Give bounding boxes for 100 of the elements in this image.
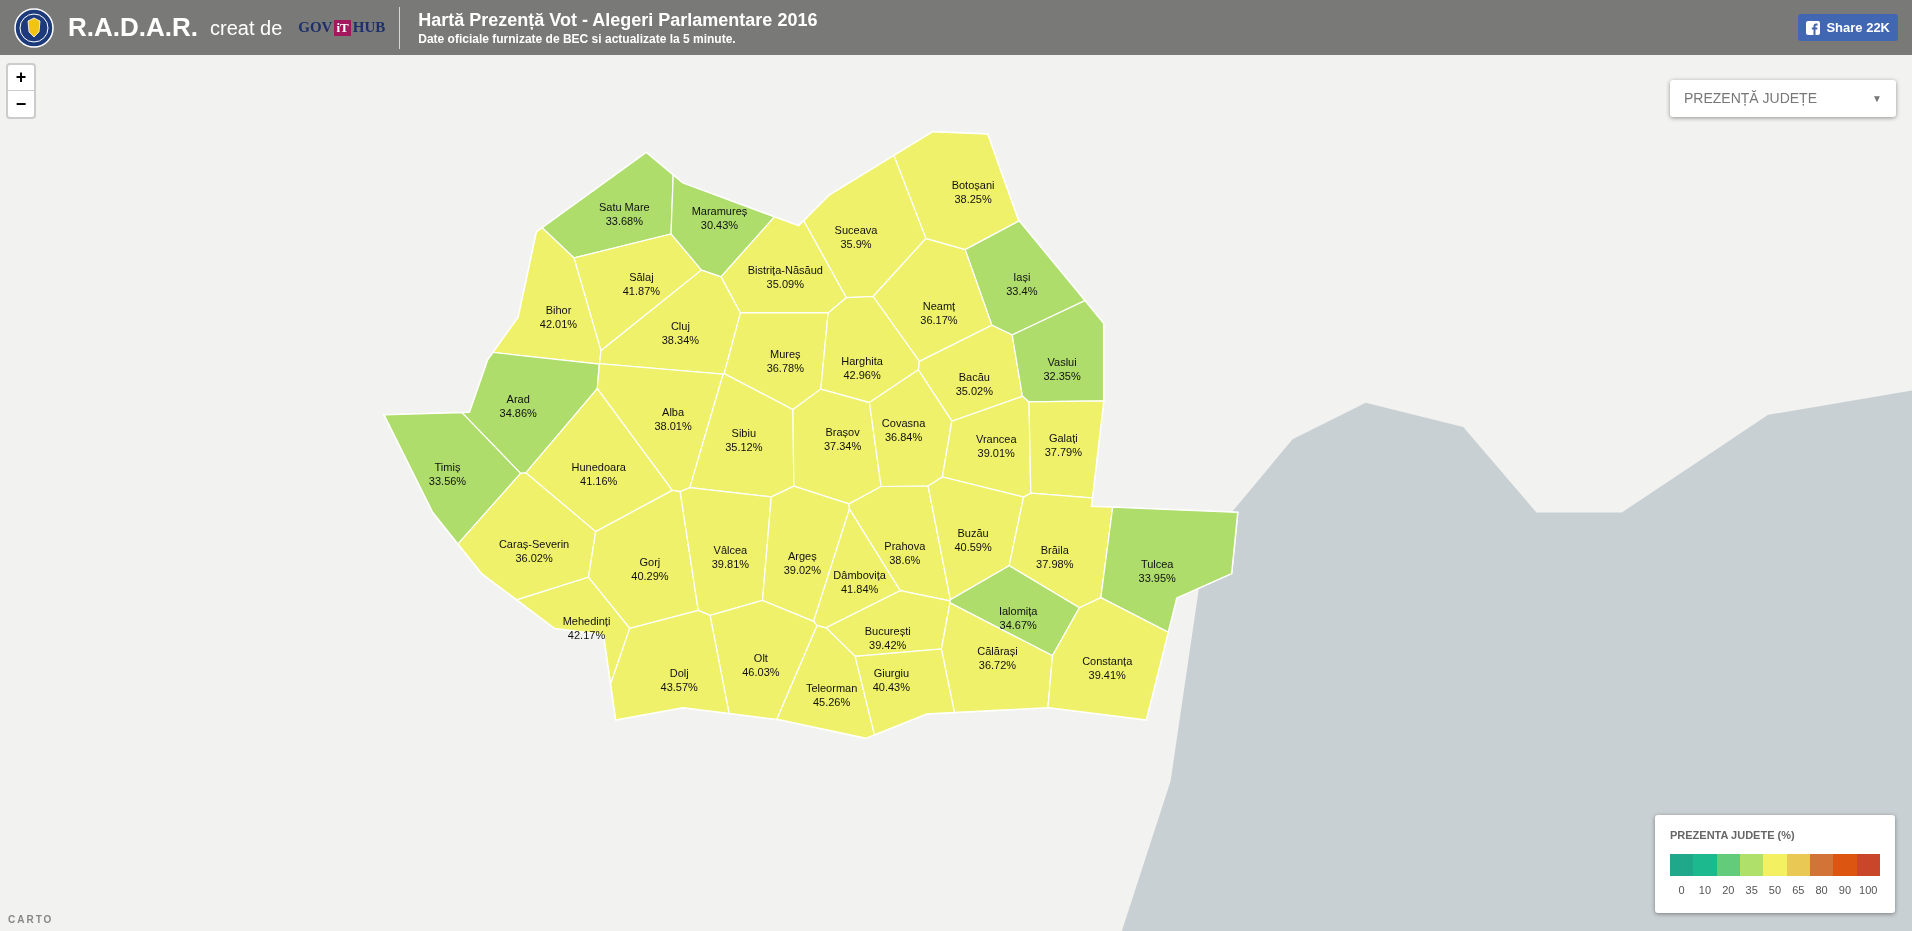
- legend-label: 20: [1722, 883, 1735, 896]
- legend-label: 90: [1838, 883, 1852, 896]
- county-turnout: 36.78%: [766, 360, 804, 375]
- county-turnout: 39.01%: [977, 446, 1015, 461]
- county-name: Caraș-Severin: [498, 537, 570, 552]
- county-name: Buzău: [957, 526, 989, 541]
- county-name: Ialomița: [998, 604, 1038, 619]
- brand-name: R.A.D.A.R.: [68, 11, 198, 44]
- legend-label: 80: [1815, 883, 1828, 896]
- county-turnout: 41.87%: [622, 283, 661, 298]
- zoom-in-button[interactable]: +: [8, 65, 34, 91]
- county-turnout: 33.68%: [605, 214, 643, 229]
- county-turnout: 37.98%: [1036, 557, 1074, 572]
- county-turnout: 30.43%: [700, 217, 739, 232]
- county-turnout: 37.34%: [823, 438, 862, 453]
- county-turnout: 36.17%: [920, 313, 958, 328]
- county-turnout: 33.95%: [1138, 570, 1176, 585]
- county-turnout: 36.02%: [515, 551, 553, 566]
- county-name: Bihor: [545, 302, 572, 317]
- county-turnout: 32.35%: [1043, 369, 1081, 384]
- county-name: Vrancea: [975, 432, 1017, 447]
- county-turnout: 35.09%: [766, 276, 804, 291]
- county-name: Alba: [662, 405, 685, 420]
- county-turnout: 41.84%: [841, 581, 879, 596]
- county-turnout: 35.12%: [725, 440, 763, 454]
- county-name: Brașov: [825, 424, 860, 439]
- county-name: Hunedoara: [571, 460, 626, 475]
- county-name: Mureș: [770, 346, 801, 361]
- county-name: Vaslui: [1047, 355, 1077, 370]
- county-turnout: 38.25%: [954, 192, 992, 207]
- county-name: Harghita: [841, 354, 883, 368]
- county-name: Bistrița-Năsăud: [747, 262, 823, 277]
- county-turnout: 38.01%: [654, 419, 692, 434]
- county-name: Prahova: [884, 539, 926, 554]
- layer-dropdown[interactable]: PREZENȚĂ JUDEȚE ▼: [1670, 80, 1896, 117]
- zoom-out-button[interactable]: −: [8, 91, 34, 117]
- county-name: Maramureș: [691, 203, 748, 218]
- county-name: Teleorman: [805, 681, 858, 695]
- legend-label: 35: [1745, 883, 1758, 896]
- county-turnout: 36.72%: [978, 658, 1017, 673]
- page-title: Hartă Prezență Vot - Alegeri Parlamentare 2016: [418, 8, 818, 31]
- partner-logo: GOV iT HUB: [298, 18, 386, 38]
- share-button[interactable]: Share 22K: [1798, 14, 1898, 41]
- county-name: Gorj: [639, 555, 661, 570]
- county-turnout: 33.56%: [428, 474, 467, 489]
- county-name: Dolj: [669, 666, 689, 681]
- attribution-logo[interactable]: CARTO: [8, 912, 54, 927]
- county-name: Timiș: [434, 460, 461, 475]
- county-turnout: 35.02%: [955, 383, 993, 398]
- legend-label: 0: [1678, 883, 1685, 896]
- legend-label: 100: [1859, 883, 1878, 896]
- county-turnout: 42.17%: [567, 627, 606, 642]
- legend-label: 65: [1792, 883, 1805, 896]
- county-turnout: 39.02%: [783, 563, 821, 578]
- county-name: Covasna: [881, 416, 926, 431]
- county-name: Constanța: [1082, 654, 1133, 669]
- county-name: Sălaj: [629, 269, 654, 284]
- credit-text: creat de: [210, 15, 283, 41]
- county-name: Botoșani: [951, 178, 995, 193]
- county-name: Bacău: [958, 369, 990, 384]
- county-name: Sibiu: [731, 426, 757, 440]
- county-name: Vâlcea: [713, 543, 748, 558]
- county-turnout: 42.96%: [843, 368, 881, 382]
- county-name: Iași: [1013, 269, 1031, 284]
- county-turnout: 40.29%: [631, 569, 669, 584]
- county-name: Suceava: [834, 223, 878, 238]
- county-turnout: 45.26%: [812, 695, 851, 709]
- county-turnout: 41.16%: [580, 474, 618, 489]
- county-turnout: 40.59%: [954, 540, 992, 555]
- legend-title: PREZENTA JUDETE (%): [1670, 828, 1796, 843]
- county-turnout: 46.03%: [742, 664, 780, 679]
- caret-icon: ▼: [1872, 91, 1882, 106]
- county-name: Neamț: [922, 299, 956, 314]
- county-name: Satu Mare: [598, 200, 650, 215]
- county-turnout: 35.9%: [840, 237, 872, 252]
- county-turnout: 37.79%: [1044, 444, 1082, 459]
- county-name: Tulcea: [1140, 556, 1174, 571]
- legend-label: 10: [1698, 883, 1712, 896]
- county-turnout: 39.42%: [869, 637, 907, 652]
- page-subtitle: Date oficiale furnizate de BEC si actualizate la 5 minute.: [418, 30, 737, 47]
- county-turnout: 33.4%: [1006, 283, 1038, 298]
- county-turnout: 34.67%: [999, 618, 1037, 633]
- county-name: Giurgiu: [873, 666, 910, 681]
- county-turnout: 43.57%: [660, 680, 698, 695]
- county-turnout: 34.86%: [499, 405, 537, 420]
- county-name: Brăila: [1040, 543, 1069, 558]
- county-turnout: 39.41%: [1088, 668, 1126, 683]
- county-name: București: [864, 623, 911, 638]
- county-name: Dâmbovița: [833, 567, 886, 582]
- county-turnout: 38.34%: [661, 332, 700, 347]
- county-name: Mehedinți: [562, 613, 611, 628]
- county-name: Galați: [1048, 430, 1078, 445]
- county-name: Cluj: [670, 318, 690, 333]
- county-turnout: 39.81%: [711, 557, 750, 572]
- county-turnout: 40.43%: [872, 680, 910, 695]
- county-name: Arad: [506, 391, 530, 406]
- county-turnout: 38.6%: [889, 553, 921, 568]
- county-turnout: 42.01%: [539, 316, 578, 331]
- county-name: Călărași: [977, 644, 1018, 659]
- county-turnout: 36.84%: [884, 430, 923, 445]
